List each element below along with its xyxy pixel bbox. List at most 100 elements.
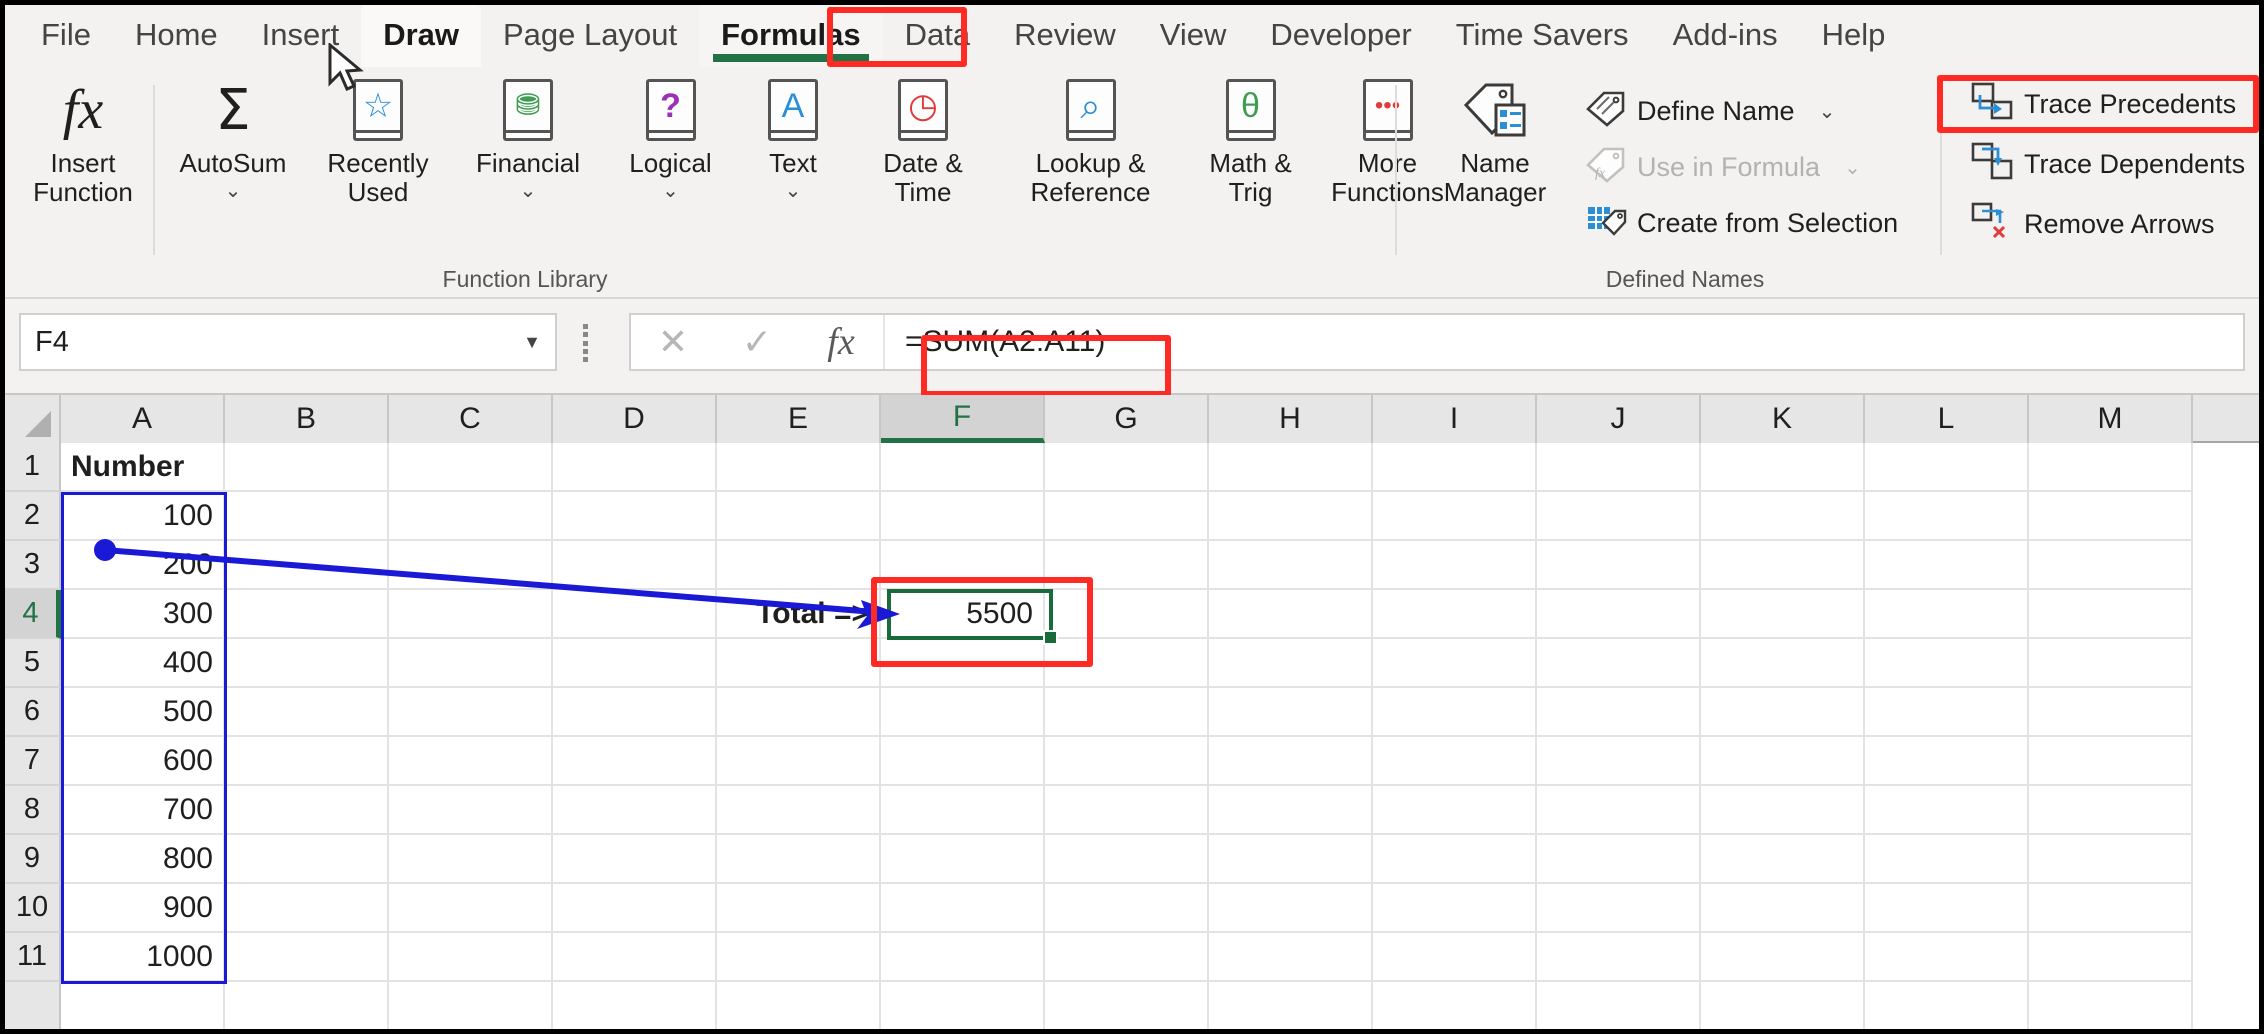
insert-function-fx-icon[interactable]: fx xyxy=(799,315,883,369)
cell-e5[interactable] xyxy=(717,639,881,688)
cell-m7[interactable] xyxy=(2029,737,2193,786)
column-header-j[interactable]: J xyxy=(1537,395,1701,443)
cell-h10[interactable] xyxy=(1209,884,1373,933)
cell-l12[interactable] xyxy=(1865,982,2029,1029)
cell-m5[interactable] xyxy=(2029,639,2193,688)
cell-c1[interactable] xyxy=(389,443,553,492)
cell-h3[interactable] xyxy=(1209,541,1373,590)
cell-k10[interactable] xyxy=(1701,884,1865,933)
column-header-h[interactable]: H xyxy=(1209,395,1373,443)
cell-k6[interactable] xyxy=(1701,688,1865,737)
tab-formulas[interactable]: Formulas xyxy=(699,5,883,67)
cell-j8[interactable] xyxy=(1537,786,1701,835)
remove-arrows-button[interactable]: Remove Arrows xyxy=(1970,201,2215,248)
cell-f2[interactable] xyxy=(881,492,1045,541)
cell-b9[interactable] xyxy=(225,835,389,884)
cell-j6[interactable] xyxy=(1537,688,1701,737)
tab-insert[interactable]: Insert xyxy=(240,5,362,67)
cell-d9[interactable] xyxy=(553,835,717,884)
tab-add-ins[interactable]: Add-ins xyxy=(1651,5,1800,67)
cell-e8[interactable] xyxy=(717,786,881,835)
cell-m3[interactable] xyxy=(2029,541,2193,590)
autosum-button[interactable]: Σ AutoSum ⌄ xyxy=(163,77,303,203)
cell-a3[interactable]: 200 xyxy=(61,541,225,590)
cell-f12[interactable] xyxy=(881,982,1045,1029)
cell-i7[interactable] xyxy=(1373,737,1537,786)
cell-k5[interactable] xyxy=(1701,639,1865,688)
cell-e1[interactable] xyxy=(717,443,881,492)
row-header-2[interactable]: 2 xyxy=(5,492,61,541)
cell-b6[interactable] xyxy=(225,688,389,737)
cell-j1[interactable] xyxy=(1537,443,1701,492)
cell-f7[interactable] xyxy=(881,737,1045,786)
cell-e12[interactable] xyxy=(717,982,881,1029)
cell-h2[interactable] xyxy=(1209,492,1373,541)
enter-check-icon[interactable]: ✓ xyxy=(715,315,799,369)
cell-a10[interactable]: 900 xyxy=(61,884,225,933)
cell-g10[interactable] xyxy=(1045,884,1209,933)
cell-f6[interactable] xyxy=(881,688,1045,737)
cell-d11[interactable] xyxy=(553,933,717,982)
cell-b10[interactable] xyxy=(225,884,389,933)
cell-d8[interactable] xyxy=(553,786,717,835)
chevron-down-icon[interactable]: ⌄ xyxy=(1819,99,1836,124)
cell-c5[interactable] xyxy=(389,639,553,688)
cell-d6[interactable] xyxy=(553,688,717,737)
column-header-d[interactable]: D xyxy=(553,395,717,443)
tab-file[interactable]: File xyxy=(19,5,113,67)
cell-d5[interactable] xyxy=(553,639,717,688)
tab-help[interactable]: Help xyxy=(1800,5,1908,67)
cell-j11[interactable] xyxy=(1537,933,1701,982)
cell-f4[interactable]: 5500 xyxy=(881,590,1045,639)
logical-button[interactable]: ? Logical ⌄ xyxy=(603,77,738,203)
cell-m10[interactable] xyxy=(2029,884,2193,933)
cell-d1[interactable] xyxy=(553,443,717,492)
cell-g1[interactable] xyxy=(1045,443,1209,492)
cell-h8[interactable] xyxy=(1209,786,1373,835)
recently-used-button[interactable]: ☆ Recently Used xyxy=(303,77,453,208)
cell-a6[interactable]: 500 xyxy=(61,688,225,737)
cell-c4[interactable] xyxy=(389,590,553,639)
cell-c7[interactable] xyxy=(389,737,553,786)
column-header-l[interactable]: L xyxy=(1865,395,2029,443)
cell-b5[interactable] xyxy=(225,639,389,688)
cell-d3[interactable] xyxy=(553,541,717,590)
row-header-4[interactable]: 4 xyxy=(5,590,61,639)
column-header-g[interactable]: G xyxy=(1045,395,1209,443)
chevron-down-icon[interactable]: ▼ xyxy=(523,332,541,353)
cell-k11[interactable] xyxy=(1701,933,1865,982)
cell-m2[interactable] xyxy=(2029,492,2193,541)
column-header-a[interactable]: A xyxy=(61,395,225,443)
tab-home[interactable]: Home xyxy=(113,5,240,67)
tab-draw[interactable]: Draw xyxy=(361,5,481,67)
cell-m8[interactable] xyxy=(2029,786,2193,835)
cell-i8[interactable] xyxy=(1373,786,1537,835)
cell-e6[interactable] xyxy=(717,688,881,737)
cell-k12[interactable] xyxy=(1701,982,1865,1029)
cell-g12[interactable] xyxy=(1045,982,1209,1029)
cell-g2[interactable] xyxy=(1045,492,1209,541)
cell-d2[interactable] xyxy=(553,492,717,541)
cell-i10[interactable] xyxy=(1373,884,1537,933)
cell-g5[interactable] xyxy=(1045,639,1209,688)
cell-f11[interactable] xyxy=(881,933,1045,982)
column-header-i[interactable]: I xyxy=(1373,395,1537,443)
cell-k4[interactable] xyxy=(1701,590,1865,639)
cell-i3[interactable] xyxy=(1373,541,1537,590)
cell-k3[interactable] xyxy=(1701,541,1865,590)
cell-j4[interactable] xyxy=(1537,590,1701,639)
column-header-c[interactable]: C xyxy=(389,395,553,443)
row-header-7[interactable]: 7 xyxy=(5,737,61,786)
formula-bar-grip[interactable] xyxy=(583,324,589,362)
cell-g11[interactable] xyxy=(1045,933,1209,982)
cell-g6[interactable] xyxy=(1045,688,1209,737)
cell-k2[interactable] xyxy=(1701,492,1865,541)
cell-d12[interactable] xyxy=(553,982,717,1029)
row-header-1[interactable]: 1 xyxy=(5,443,61,492)
cell-a4[interactable]: 300 xyxy=(61,590,225,639)
cell-f9[interactable] xyxy=(881,835,1045,884)
cell-l10[interactable] xyxy=(1865,884,2029,933)
tab-developer[interactable]: Developer xyxy=(1248,5,1433,67)
insert-function-button[interactable]: fx Insert Function xyxy=(13,77,153,208)
name-manager-button[interactable]: Name Manager xyxy=(1415,77,1575,208)
